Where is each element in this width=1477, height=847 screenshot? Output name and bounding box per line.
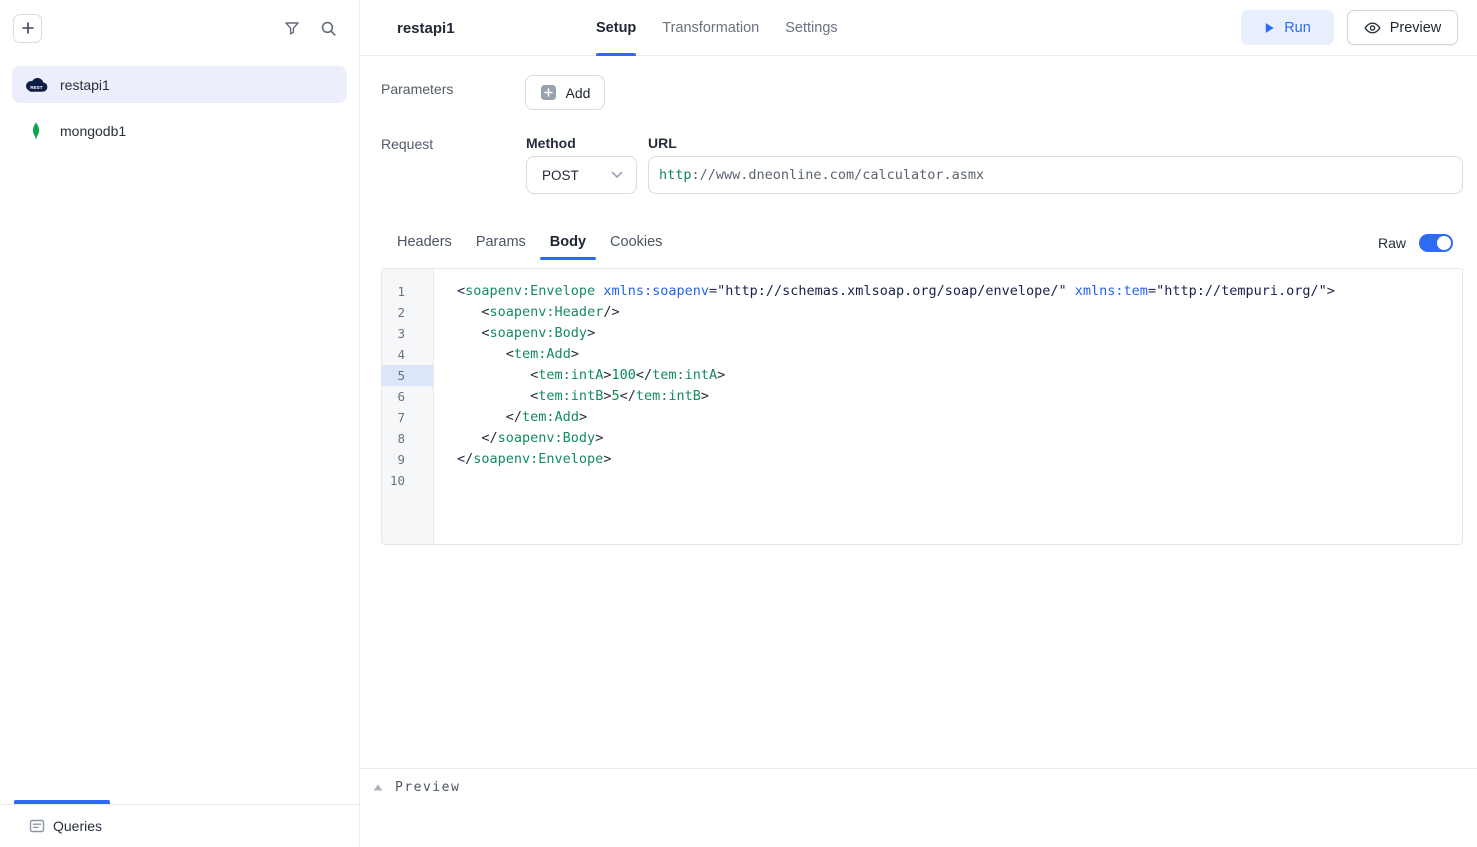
queries-tab-indicator (14, 800, 110, 804)
line-number: 2 (382, 302, 433, 323)
code-line: <tem:intB>5</tem:intB> (457, 386, 1454, 407)
code-line (457, 470, 1454, 491)
editor-gutter: 12345678910 (382, 269, 434, 544)
header-tabs: Setup Transformation Settings (596, 0, 838, 56)
play-icon (1264, 22, 1275, 34)
code-line: <tem:Add> (457, 344, 1454, 365)
line-number: 10 (382, 470, 433, 491)
svg-text:REST: REST (30, 85, 42, 90)
query-list: REST restapi1 mongodb1 (12, 66, 347, 149)
line-number: 7 (382, 407, 433, 428)
chevron-down-icon (611, 171, 623, 179)
add-parameter-button[interactable]: Add (525, 75, 605, 110)
code-line: <tem:intA>100</tem:intA> (457, 365, 1454, 386)
line-number: 4 (382, 344, 433, 365)
tab-settings[interactable]: Settings (785, 0, 837, 56)
code-line: <soapenv:Body> (457, 323, 1454, 344)
code-line: <soapenv:Envelope xmlns:soapenv="http://… (457, 281, 1454, 302)
sidebar-item-label: mongodb1 (60, 123, 126, 139)
editor-code[interactable]: <soapenv:Envelope xmlns:soapenv="http://… (434, 269, 1462, 544)
code-line: </soapenv:Body> (457, 428, 1454, 449)
response-preview-label: Preview (395, 780, 460, 795)
rest-api-icon: REST (24, 77, 48, 93)
body-editor[interactable]: 12345678910 <soapenv:Envelope xmlns:soap… (381, 268, 1463, 545)
url-scheme: http (659, 167, 692, 183)
url-label: URL (648, 135, 677, 151)
add-button-label: Add (566, 85, 591, 101)
sidebar: REST restapi1 mongodb1 Queries (0, 0, 360, 847)
run-button[interactable]: Run (1241, 10, 1334, 45)
tab-setup[interactable]: Setup (596, 0, 636, 56)
code-line: </tem:Add> (457, 407, 1454, 428)
line-number: 3 (382, 323, 433, 344)
preview-button-label: Preview (1390, 20, 1442, 36)
toggle-knob (1437, 236, 1451, 250)
code-line: <soapenv:Header/> (457, 302, 1454, 323)
line-number: 6 (382, 386, 433, 407)
method-label: Method (526, 135, 576, 151)
preview-button[interactable]: Preview (1347, 10, 1458, 45)
request-label: Request (381, 136, 433, 152)
parameters-label: Parameters (381, 81, 453, 97)
line-number: 1 (382, 281, 433, 302)
body-tab-headers[interactable]: Headers (387, 226, 462, 258)
add-box-icon (540, 84, 557, 101)
sidebar-toolbar (0, 0, 359, 56)
mongodb-icon (24, 122, 48, 140)
raw-label: Raw (1378, 235, 1406, 251)
chevron-up-icon (373, 784, 383, 791)
method-select[interactable]: POST (526, 156, 637, 194)
main-panel: restapi1 Setup Transformation Settings Run… (360, 0, 1477, 847)
line-number: 5 (382, 365, 433, 386)
app-root: REST restapi1 mongodb1 Queries restapi1 Se… (0, 0, 1477, 847)
code-line: </soapenv:Envelope> (457, 449, 1454, 470)
body-tab-body[interactable]: Body (540, 226, 596, 258)
url-input[interactable]: http://www.dneonline.com/calculator.asmx (648, 156, 1463, 194)
sidebar-item-label: restapi1 (60, 77, 110, 93)
queries-tab-label: Queries (53, 818, 102, 834)
run-button-label: Run (1284, 20, 1311, 36)
sidebar-item-mongodb1[interactable]: mongodb1 (12, 112, 347, 149)
queries-tab[interactable]: Queries (0, 805, 359, 847)
url-rest: ://www.dneonline.com/calculator.asmx (692, 167, 985, 183)
filter-icon[interactable] (284, 20, 300, 36)
search-icon[interactable] (320, 20, 337, 37)
body-tab-params[interactable]: Params (466, 226, 536, 258)
raw-toggle[interactable] (1419, 234, 1453, 252)
body-tab-cookies[interactable]: Cookies (600, 226, 672, 258)
response-preview-toggle[interactable]: Preview (360, 769, 460, 795)
tab-transformation[interactable]: Transformation (662, 0, 759, 56)
line-number: 9 (382, 449, 433, 470)
query-title: restapi1 (397, 0, 455, 56)
sidebar-item-restapi1[interactable]: REST restapi1 (12, 66, 347, 103)
request-body-tabs: HeadersParamsBodyCookies (387, 226, 672, 258)
eye-icon (1364, 21, 1381, 35)
plus-icon (21, 21, 35, 35)
new-query-button[interactable] (13, 14, 42, 43)
query-header: restapi1 Setup Transformation Settings Run… (360, 0, 1477, 56)
response-preview-panel: Preview (360, 768, 1477, 847)
queries-icon (29, 818, 45, 834)
line-number: 8 (382, 428, 433, 449)
method-value: POST (542, 168, 579, 183)
